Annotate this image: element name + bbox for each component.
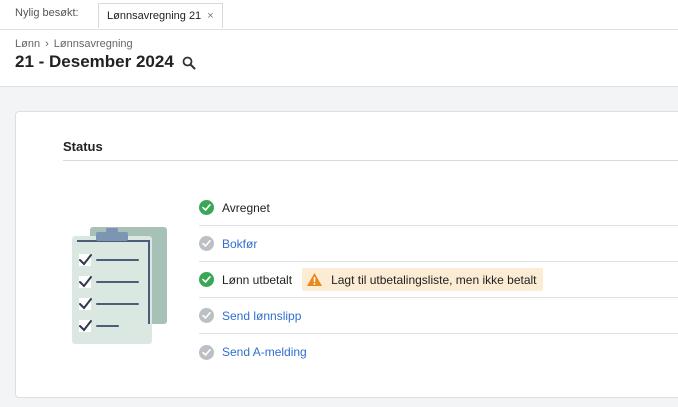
check-circle-icon <box>199 272 214 287</box>
breadcrumb-item-lonnsavregning[interactable]: Lønnsavregning <box>54 38 133 50</box>
breadcrumb: Lønn › Lønnsavregning <box>15 38 133 50</box>
recent-visited-label: Nylig besøkt: <box>15 7 79 19</box>
warning-banner: Lagt til utbetalingsliste, men ikke beta… <box>302 268 543 291</box>
search-icon[interactable] <box>182 56 196 70</box>
divider <box>63 160 678 161</box>
warning-icon <box>307 273 323 286</box>
step-label: Avregnet <box>222 200 270 215</box>
page-title: 21 - Desember 2024 <box>15 52 174 71</box>
check-circle-icon <box>199 308 214 323</box>
recent-tab-label: Lønnsavregning 21 <box>107 10 202 22</box>
breadcrumb-separator: › <box>45 38 49 50</box>
status-steps: Avregnet Bokfør Lønn utbetalt Lagt til u… <box>199 190 678 370</box>
check-circle-icon <box>199 344 214 360</box>
top-bar: Nylig besøkt: Lønnsavregning 21 × <box>0 0 678 30</box>
step-label: Lønn utbetalt <box>222 272 293 287</box>
breadcrumb-item-lonn[interactable]: Lønn <box>15 38 40 50</box>
check-circle-icon <box>199 200 214 215</box>
check-circle-icon <box>199 236 214 251</box>
clipboard-illustration-icon <box>72 227 167 344</box>
status-card: Status Avregnet Bokfør Lønn utbetalt Lag… <box>15 111 678 398</box>
page-header: Lønn › Lønnsavregning 21 - Desember 2024 <box>0 30 678 87</box>
step-avregnet: Avregnet <box>199 190 678 226</box>
close-icon[interactable]: × <box>207 10 213 22</box>
step-link-send-a-melding[interactable]: Send A-melding <box>222 345 307 359</box>
recent-tab[interactable]: Lønnsavregning 21 × <box>98 3 223 28</box>
step-link-send-lonnslipp[interactable]: Send lønnslipp <box>222 309 301 323</box>
step-send-a-melding[interactable]: Send A-melding <box>199 334 678 370</box>
step-bokfor[interactable]: Bokfør <box>199 226 678 262</box>
step-lonn-utbetalt: Lønn utbetalt Lagt til utbetalingsliste,… <box>199 262 678 298</box>
step-send-lonnslipp[interactable]: Send lønnslipp <box>199 298 678 334</box>
warning-text: Lagt til utbetalingsliste, men ikke beta… <box>331 272 537 287</box>
page-title-row: 21 - Desember 2024 <box>15 52 196 72</box>
step-link-bokfor[interactable]: Bokfør <box>222 237 257 251</box>
status-heading: Status <box>63 139 103 154</box>
